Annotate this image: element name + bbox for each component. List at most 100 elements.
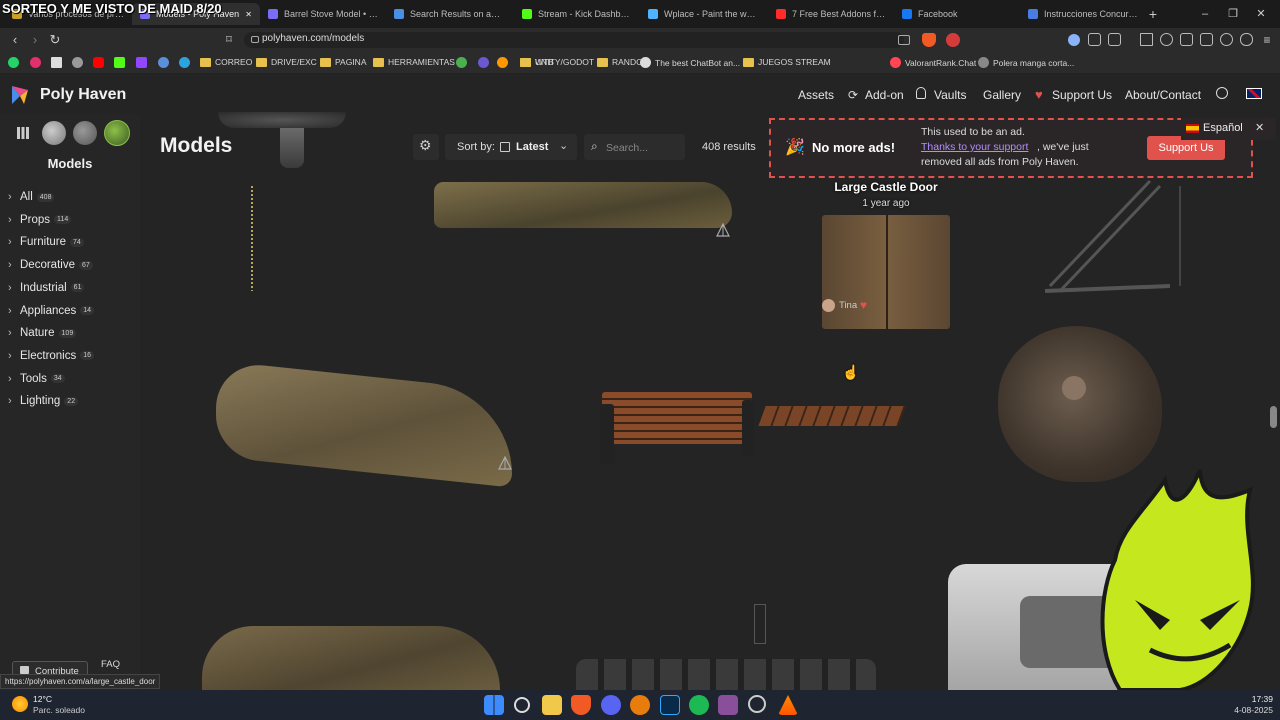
bookmark-site-icon[interactable] — [497, 57, 508, 68]
telegram-icon[interactable] — [179, 57, 190, 68]
model-thumb-pipes[interactable] — [576, 659, 876, 690]
site-info-icon[interactable] — [251, 36, 259, 43]
bookmark-0[interactable]: CORREO — [200, 57, 252, 67]
login-icon[interactable] — [1216, 87, 1228, 99]
bookmark-8[interactable]: JUEGOS STREAM — [743, 57, 831, 67]
close-icon[interactable]: ✕ — [1255, 121, 1264, 134]
nav-about-contact[interactable]: About/Contact — [1125, 88, 1201, 102]
weather-icon[interactable] — [12, 696, 28, 712]
brand-name[interactable]: Poly Haven — [40, 86, 126, 104]
bookmark-3[interactable]: HERRAMIENTAS — [373, 57, 455, 67]
hover-card-title[interactable]: Large Castle Door — [750, 180, 1022, 194]
uk-flag-icon[interactable] — [1246, 88, 1262, 99]
apple-icon[interactable] — [72, 57, 83, 68]
menu-icon[interactable]: ≡ — [1258, 31, 1276, 49]
model-thumb-lamp[interactable] — [218, 112, 346, 128]
model-thumb-chain[interactable] — [251, 186, 253, 291]
model-thumb-fire-escape[interactable] — [1040, 176, 1190, 296]
texture-type-icon[interactable] — [73, 121, 97, 145]
back-icon[interactable]: ‹ — [6, 31, 24, 49]
app-icon[interactable] — [718, 695, 738, 715]
tab-5[interactable]: Wplace - Paint the world — [640, 3, 768, 25]
obs-icon[interactable] — [748, 695, 766, 713]
category-decorative[interactable]: › Decorative 67 — [8, 259, 93, 271]
new-tab-button[interactable]: + — [1144, 5, 1162, 23]
search-field[interactable]: ⌕ Search... — [584, 134, 685, 160]
tab-4[interactable]: Stream - Kick Dashboard — [514, 3, 640, 25]
minimize-button[interactable]: – — [1196, 5, 1214, 23]
wallet-icon[interactable] — [1200, 33, 1213, 46]
discord-icon[interactable] — [601, 695, 621, 715]
nav-addon[interactable]: Add-on — [865, 88, 904, 102]
brave-shields-icon[interactable] — [922, 33, 936, 47]
reload-icon[interactable]: ↻ — [46, 31, 64, 49]
media-icon[interactable] — [1160, 33, 1173, 46]
bookmark-10[interactable]: Polera manga corta... — [978, 57, 1074, 68]
bookmark-7[interactable]: The best ChatBot an... — [640, 57, 740, 68]
nav-support-us[interactable]: Support Us — [1052, 88, 1112, 102]
instagram-icon[interactable] — [30, 57, 41, 68]
download-icon[interactable] — [1140, 33, 1153, 46]
forward-icon[interactable]: › — [26, 31, 44, 49]
nav-assets[interactable]: Assets — [798, 88, 834, 102]
hdri-type-icon[interactable] — [42, 121, 66, 145]
model-thumb-rock-slab[interactable] — [434, 182, 732, 228]
bookmark-site-icon[interactable] — [478, 57, 489, 68]
file-explorer-icon[interactable] — [542, 695, 562, 715]
share-icon[interactable] — [898, 35, 910, 45]
close-window-button[interactable]: ✕ — [1252, 5, 1270, 23]
tool-icon[interactable] — [158, 57, 169, 68]
bookmark-2[interactable]: PAGINA — [320, 57, 367, 67]
hover-card-author[interactable]: Tina — [839, 300, 857, 311]
sort-dropdown[interactable]: Sort by: Latest ⌄ — [445, 134, 577, 160]
bookmark-site-icon[interactable] — [456, 57, 467, 68]
search-taskbar-icon[interactable] — [514, 697, 530, 713]
maximize-button[interactable]: ❐ — [1224, 5, 1242, 23]
polyhaven-logo-icon[interactable] — [10, 84, 30, 106]
tab-8[interactable]: Instrucciones Concurso Bl... — [1020, 3, 1146, 25]
spotify-icon[interactable] — [689, 695, 709, 715]
category-props[interactable]: › Props 114 — [8, 214, 72, 226]
bookmark-1[interactable]: DRIVE/EXC — [256, 57, 317, 67]
brave-rewards-icon[interactable] — [946, 33, 960, 47]
extensions-icon[interactable] — [1088, 33, 1101, 46]
model-thumb-ladder[interactable] — [754, 604, 766, 644]
whatsapp-icon[interactable] — [8, 57, 19, 68]
photoshop-icon[interactable] — [660, 695, 680, 715]
tab-2[interactable]: Barrel Stove Model • Poly... — [260, 3, 386, 25]
bookmark-9[interactable]: ValorantRank.Chat — [890, 57, 976, 68]
kick-icon[interactable] — [114, 57, 125, 68]
category-industrial[interactable]: › Industrial 61 — [8, 282, 85, 294]
brave-icon[interactable] — [571, 695, 591, 715]
nav-gallery[interactable]: Gallery — [983, 88, 1021, 102]
settings-button[interactable]: ⚙ — [413, 134, 439, 160]
category-furniture[interactable]: › Furniture 74 — [8, 236, 84, 248]
model-thumb-rock[interactable] — [216, 360, 512, 488]
category-tools[interactable]: › Tools 34 — [8, 373, 65, 385]
start-icon[interactable] — [484, 695, 504, 715]
bookmark-icon[interactable]: ⌑ — [220, 31, 238, 49]
x-icon[interactable] — [51, 57, 62, 68]
category-nature[interactable]: › Nature 109 — [8, 327, 77, 339]
category-appliances[interactable]: › Appliances 14 — [8, 305, 95, 317]
youtube-icon[interactable] — [93, 57, 104, 68]
faq-link[interactable]: FAQ — [101, 659, 120, 670]
category-electronics[interactable]: › Electronics 16 — [8, 350, 95, 362]
sidebar-icon[interactable] — [1180, 33, 1193, 46]
twitch-icon[interactable] — [136, 57, 147, 68]
blender-icon[interactable] — [630, 695, 650, 715]
bookmark-5[interactable]: WTB — [520, 57, 554, 67]
ad-support-link[interactable]: Thanks to your support — [921, 141, 1028, 153]
language-label[interactable]: Español — [1203, 122, 1243, 134]
scrollbar-thumb[interactable] — [1270, 406, 1277, 428]
close-tab-icon[interactable]: ✕ — [245, 10, 252, 19]
profile-icon[interactable] — [1068, 34, 1080, 46]
tab-6[interactable]: 7 Free Best Addons for Bl... — [768, 3, 896, 25]
model-type-icon[interactable] — [104, 120, 130, 146]
extension-icon[interactable] — [1108, 33, 1121, 46]
leo-ai-icon[interactable] — [1220, 33, 1233, 46]
grid-icon[interactable] — [17, 127, 29, 139]
nav-vaults[interactable]: Vaults — [934, 88, 966, 102]
model-thumb-rock-pile[interactable] — [202, 626, 500, 690]
tab-3[interactable]: Search Results on ambient — [386, 3, 514, 25]
